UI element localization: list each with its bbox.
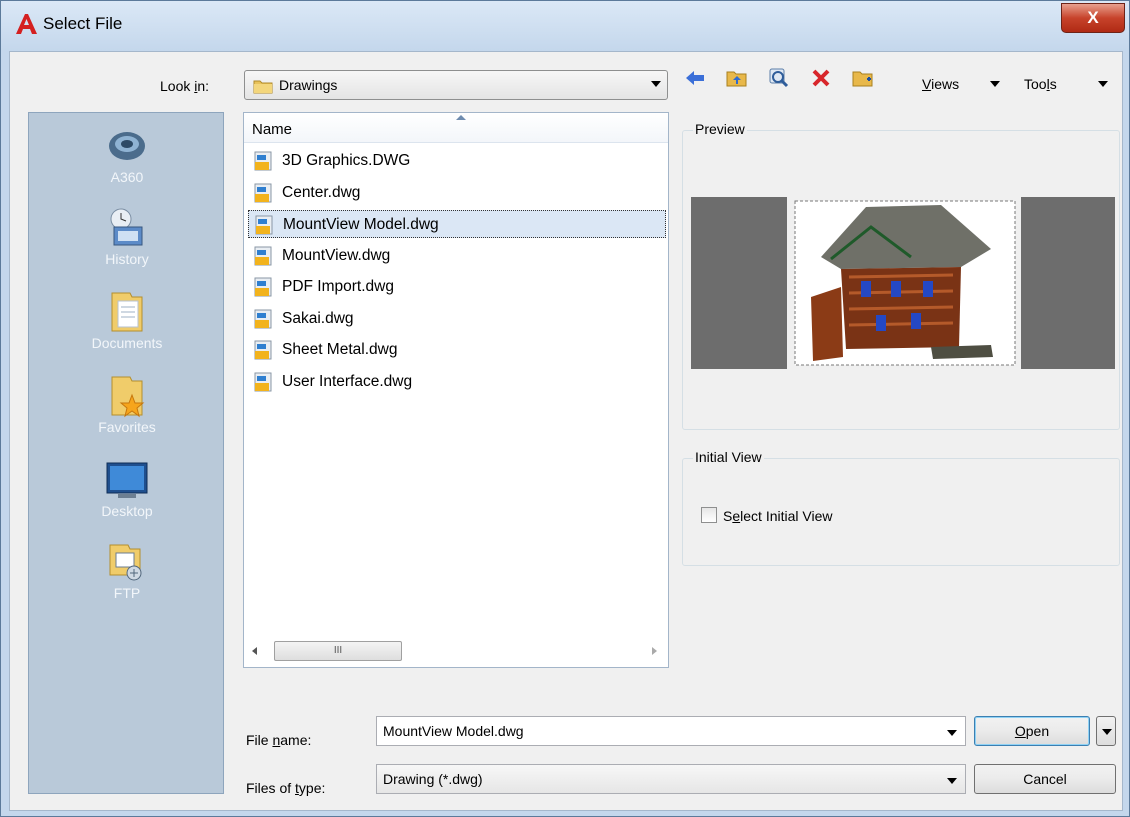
look-in-label: Look in: [160, 78, 210, 94]
place-ftp[interactable]: FTP [29, 539, 225, 601]
place-label: FTP [113, 585, 141, 601]
chevron-down-icon[interactable] [947, 778, 957, 784]
file-row[interactable]: Sheet Metal.dwg [248, 336, 666, 364]
place-a360[interactable]: A360 [29, 123, 225, 185]
file-row[interactable]: PDF Import.dwg [248, 273, 666, 301]
file-name-label: File name: [246, 732, 312, 748]
select-initial-view-label[interactable]: Select Initial View [723, 508, 832, 524]
documents-folder-icon [111, 292, 143, 332]
select-file-dialog: Select File X Look in: Drawings Views To… [0, 0, 1130, 817]
dwg-file-icon [254, 183, 272, 202]
preview-group: Preview [682, 121, 1120, 430]
files-of-type-label: Files of type: [246, 780, 326, 796]
delete-icon[interactable] [808, 66, 834, 92]
file-name-text: Center.dwg [282, 183, 361, 201]
scroll-thumb[interactable]: III [274, 641, 402, 661]
place-desktop[interactable]: Desktop [29, 457, 225, 519]
place-label: History [105, 251, 149, 267]
back-icon[interactable] [682, 66, 708, 92]
file-row[interactable]: User Interface.dwg [248, 368, 666, 396]
file-name-text: Sakai.dwg [282, 309, 354, 327]
dwg-file-icon [254, 309, 272, 328]
dwg-file-icon [254, 340, 272, 360]
file-name-value[interactable]: MountView Model.dwg [383, 723, 524, 739]
file-row[interactable]: MountView Model.dwg [248, 210, 666, 238]
views-menu[interactable]: Views [922, 76, 959, 92]
autocad-logo-icon [16, 14, 37, 34]
folder-icon [253, 80, 273, 94]
initial-view-caption: Initial View [693, 449, 764, 465]
dwg-file-icon [255, 215, 273, 235]
file-name-text: User Interface.dwg [282, 372, 413, 390]
a360-icon [109, 132, 145, 160]
chevron-down-icon[interactable] [947, 730, 957, 736]
file-row[interactable]: MountView.dwg [248, 242, 666, 270]
title-bar[interactable]: Select File X [1, 1, 1129, 51]
cancel-button[interactable]: Cancel [974, 764, 1116, 794]
history-icon [110, 208, 143, 246]
open-button[interactable]: Open [974, 716, 1090, 746]
place-label: Favorites [98, 419, 156, 435]
window-title: Select File [43, 14, 123, 33]
place-documents[interactable]: Documents [29, 289, 225, 351]
file-row[interactable]: Sakai.dwg [248, 305, 666, 333]
views-chevron-down-icon[interactable] [990, 81, 1000, 87]
tools-chevron-down-icon[interactable] [1098, 81, 1108, 87]
select-initial-view-checkbox[interactable] [701, 507, 717, 523]
dwg-file-icon [254, 246, 272, 265]
file-name-text: 3D Graphics.DWG [282, 152, 411, 169]
search-web-icon[interactable] [766, 66, 792, 92]
file-list[interactable]: Name 3D Graphics.DWG Center.dwg MountView … [243, 112, 669, 668]
place-label: Documents [91, 335, 163, 351]
place-label: A360 [110, 169, 144, 185]
horizontal-scrollbar[interactable]: III [244, 637, 668, 665]
files-of-type-dropdown[interactable]: Drawing (*.dwg) [376, 764, 966, 794]
file-name-text: MountView.dwg [282, 246, 391, 264]
drawing-preview-image [691, 197, 1115, 369]
column-header-label: Name [252, 121, 293, 138]
preview-caption: Preview [693, 121, 747, 137]
close-button[interactable]: X [1061, 3, 1125, 33]
file-row[interactable]: 3D Graphics.DWG [248, 147, 666, 175]
file-name-text: PDF Import.dwg [282, 278, 394, 295]
dwg-file-icon [254, 372, 272, 391]
place-history[interactable]: History [29, 205, 225, 267]
ftp-icon [109, 544, 142, 581]
scroll-right-arrow-icon[interactable] [652, 647, 657, 655]
desktop-monitor-icon [106, 462, 148, 498]
look-in-value: Drawings [279, 77, 338, 93]
file-name-combobox[interactable]: MountView Model.dwg [376, 716, 966, 746]
file-name-text: Sheet Metal.dwg [282, 341, 398, 358]
places-bar: A360 History Documents Favorites Desktop… [28, 112, 224, 794]
sort-ascending-icon [456, 115, 466, 120]
tools-menu[interactable]: Tools [1024, 76, 1057, 92]
file-name-text: MountView Model.dwg [283, 216, 439, 233]
up-folder-icon[interactable] [724, 66, 750, 92]
place-favorites[interactable]: Favorites [29, 373, 225, 435]
file-row[interactable]: Center.dwg [248, 179, 666, 207]
scroll-left-arrow-icon[interactable] [252, 647, 257, 655]
new-folder-icon[interactable] [850, 66, 876, 92]
place-label: Desktop [101, 503, 153, 519]
look-in-dropdown[interactable]: Drawings [244, 70, 668, 100]
dwg-file-icon [254, 151, 272, 171]
favorites-folder-icon [111, 376, 145, 418]
chevron-down-icon [1102, 729, 1112, 735]
open-options-dropdown[interactable] [1096, 716, 1116, 746]
dialog-client-area: Look in: Drawings Views Tools A360 Histo… [9, 51, 1123, 811]
files-of-type-value: Drawing (*.dwg) [383, 771, 483, 787]
dwg-file-icon [254, 277, 272, 297]
initial-view-group: Initial View Select Initial View [682, 449, 1120, 566]
column-header-name[interactable]: Name [244, 113, 668, 143]
chevron-down-icon[interactable] [651, 81, 661, 87]
